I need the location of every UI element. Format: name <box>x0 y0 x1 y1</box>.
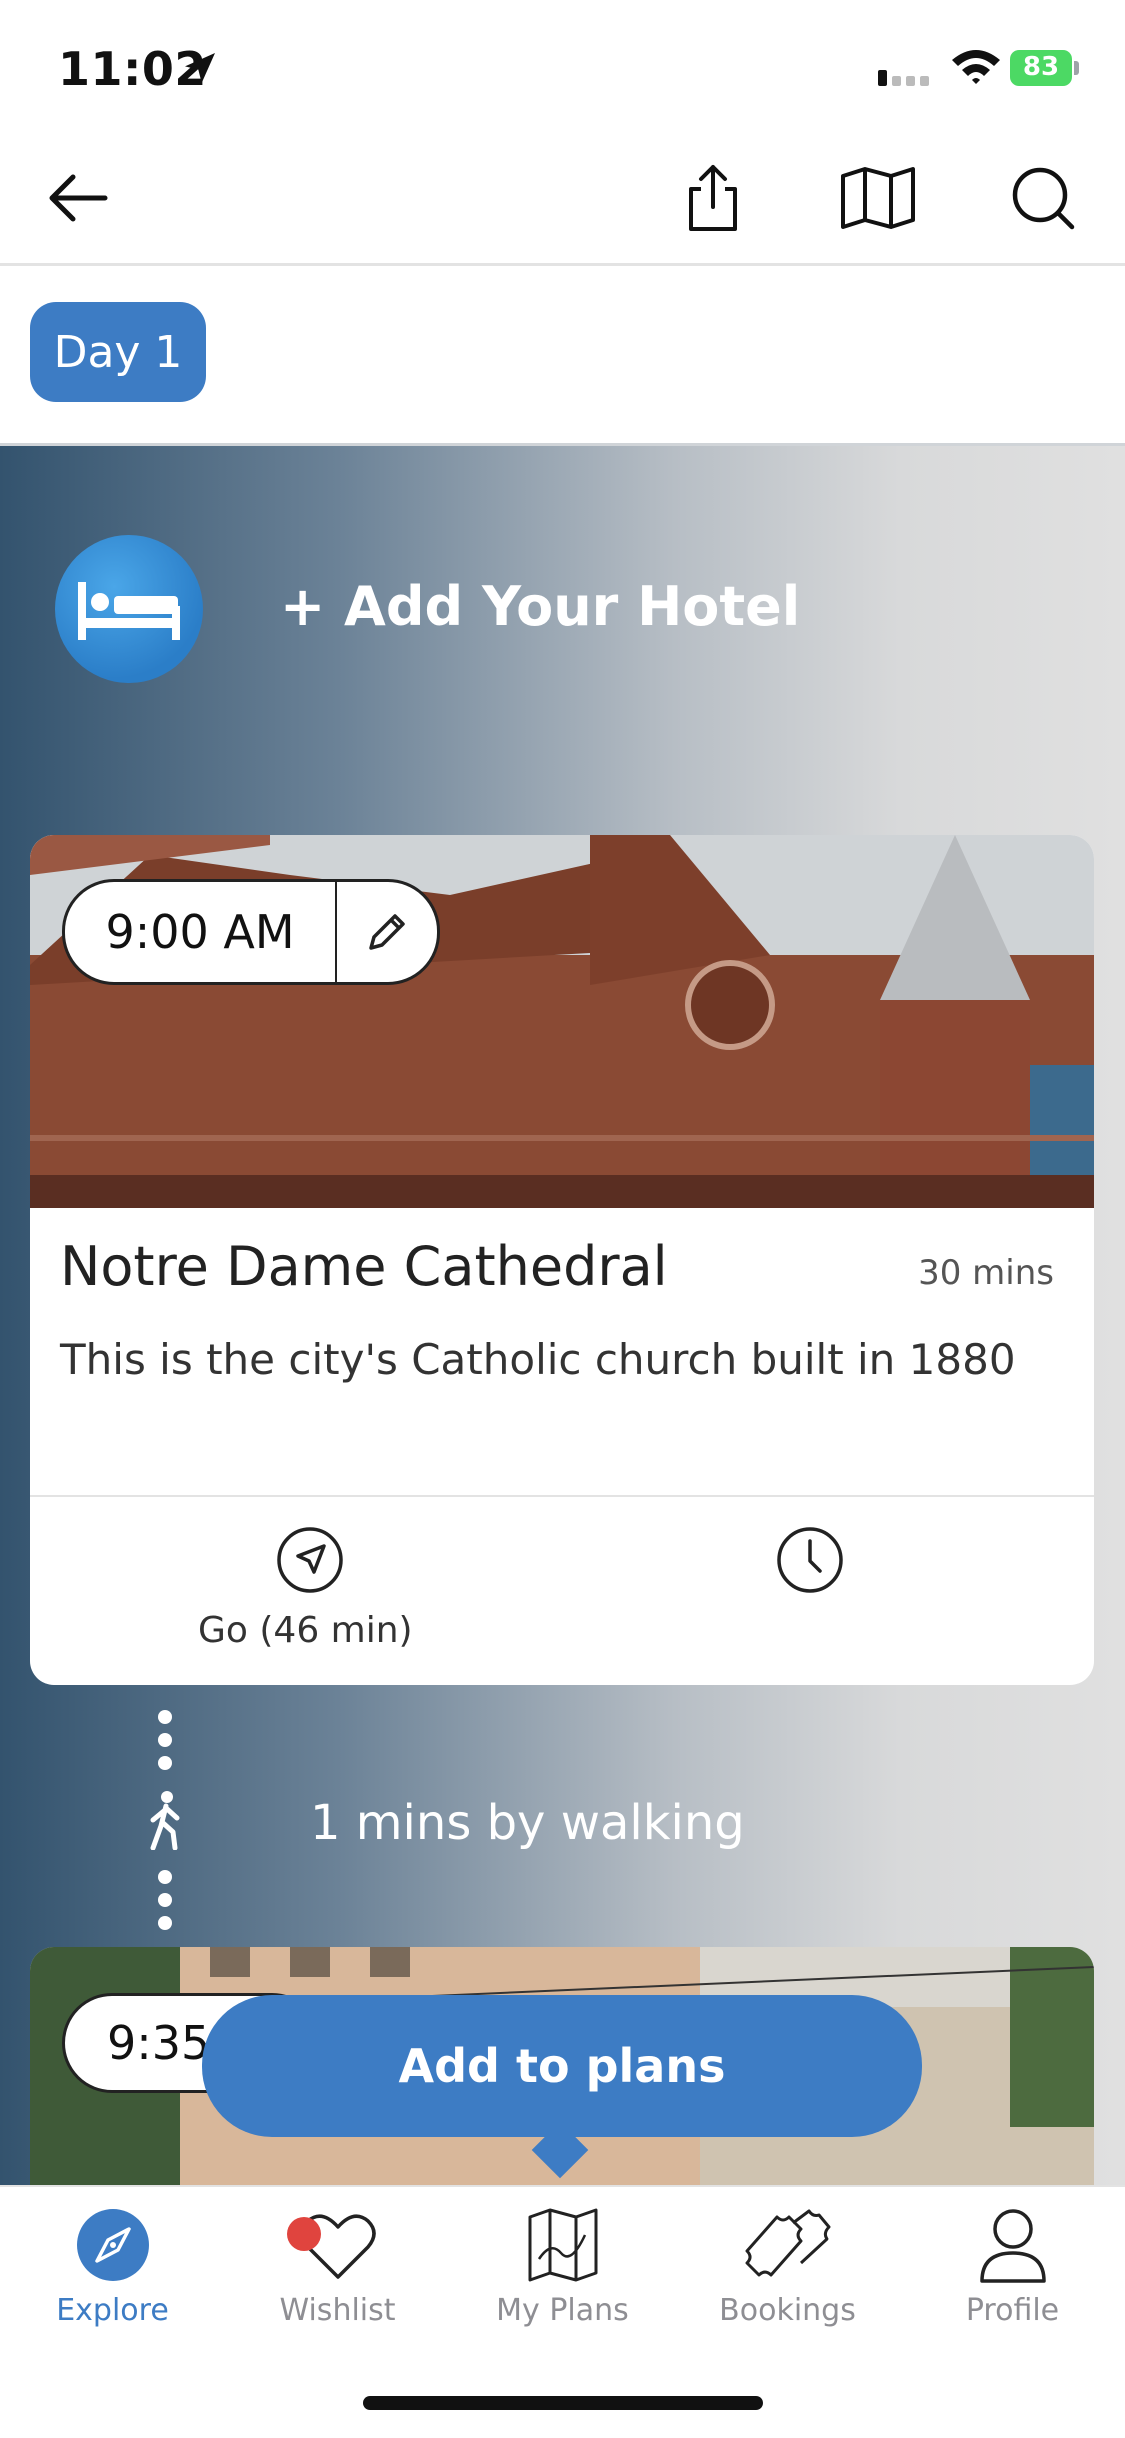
add-hotel-label[interactable]: + Add Your Hotel <box>280 575 800 638</box>
add-to-plans-button[interactable]: Add to plans <box>202 1995 922 2137</box>
compass-icon <box>76 2209 149 2281</box>
header-divider <box>0 263 1125 266</box>
tab-my-plans[interactable]: My Plans <box>450 2207 675 2328</box>
cell-signal-icon <box>878 70 929 86</box>
search-icon <box>1012 167 1075 230</box>
go-directions-label[interactable]: Go (46 min) <box>198 1610 498 1651</box>
tab-profile[interactable]: Profile <box>900 2207 1125 2328</box>
day-tab[interactable]: Day 1 <box>30 302 206 402</box>
share-button[interactable] <box>668 153 758 243</box>
battery-level: 83 <box>1022 52 1060 82</box>
navigation-arrow-icon[interactable] <box>275 1525 345 1595</box>
place-duration: 30 mins <box>918 1253 1054 1293</box>
stop-time-pill[interactable]: 9:00 AM <box>62 879 440 985</box>
tickets-icon <box>745 2209 830 2277</box>
connector-dot <box>158 1756 172 1770</box>
share-icon <box>689 165 737 231</box>
notification-badge <box>287 2217 321 2251</box>
search-button[interactable] <box>998 153 1088 243</box>
folded-map-icon <box>528 2208 597 2282</box>
place-title: Notre Dame Cathedral <box>60 1235 668 1298</box>
stop-time: 9:00 AM <box>105 905 295 959</box>
transit-label: 1 mins by walking <box>310 1795 745 1851</box>
connector-dot <box>158 1710 172 1724</box>
person-icon <box>979 2209 1046 2283</box>
battery-indicator: 83 <box>1010 50 1080 86</box>
edit-time-button[interactable] <box>337 910 437 954</box>
back-button[interactable] <box>33 153 123 243</box>
tab-label: Wishlist <box>279 2293 396 2328</box>
connector-dot <box>158 1870 172 1884</box>
place-description: This is the city's Catholic church built… <box>60 1335 1016 1384</box>
map-button[interactable] <box>833 153 923 243</box>
stop-card[interactable]: 9:00 AM Notre Dame Cathedral 30 mins Thi… <box>30 835 1094 1685</box>
connector-dot <box>158 1916 172 1930</box>
arrow-left-icon <box>49 174 108 222</box>
tab-label: Bookings <box>719 2293 856 2328</box>
clock-icon[interactable] <box>775 1525 845 1595</box>
map-icon <box>841 167 915 229</box>
tab-label: Explore <box>56 2293 169 2328</box>
tab-label: My Plans <box>496 2293 629 2328</box>
add-hotel-button[interactable] <box>55 535 203 683</box>
tab-explore[interactable]: Explore <box>0 2207 225 2328</box>
connector-dot <box>158 1893 172 1907</box>
card-divider <box>30 1495 1094 1497</box>
tab-label: Profile <box>965 2293 1060 2328</box>
walking-person-icon <box>150 1791 180 1850</box>
tab-bookings[interactable]: Bookings <box>675 2207 900 2328</box>
home-indicator <box>363 2396 763 2410</box>
tab-wishlist[interactable]: Wishlist <box>225 2207 450 2328</box>
connector-dot <box>158 1733 172 1747</box>
location-arrow-icon <box>185 53 215 83</box>
bed-icon <box>78 582 180 640</box>
wifi-icon <box>952 50 1000 84</box>
pencil-icon <box>369 914 405 950</box>
